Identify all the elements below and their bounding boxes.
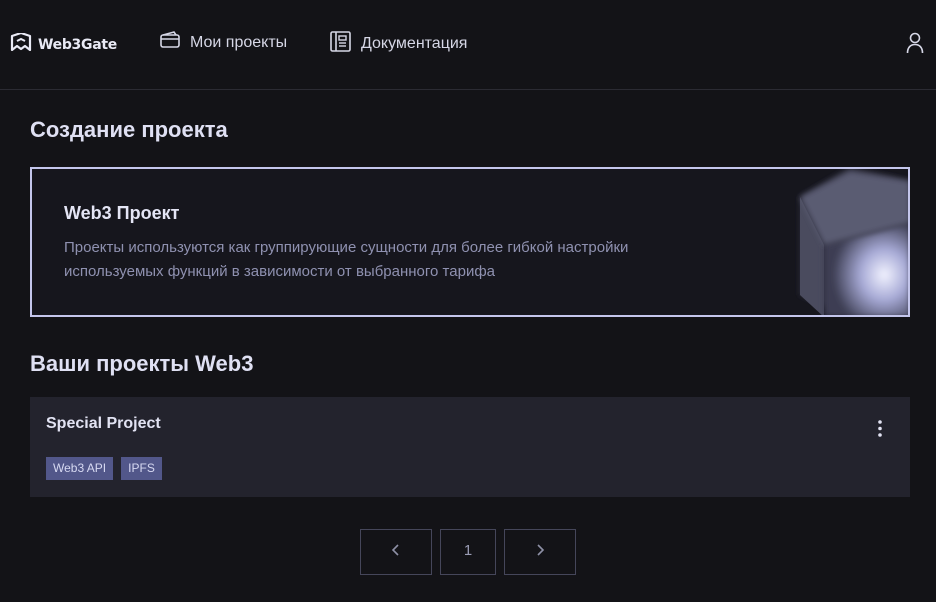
- kebab-menu-icon: [872, 420, 888, 443]
- nav-my-projects[interactable]: Мои проекты: [160, 31, 287, 54]
- nav-my-projects-label: Мои проекты: [190, 33, 288, 51]
- user-button[interactable]: [906, 32, 924, 59]
- project-name: Special Project: [46, 415, 161, 432]
- logo-text: Web3Gate: [38, 36, 117, 53]
- page-1-button[interactable]: 1: [440, 529, 496, 575]
- create-card-description: Проекты используются как группирующие су…: [64, 239, 629, 280]
- more-options-button[interactable]: [872, 419, 888, 439]
- user-icon: [906, 32, 924, 58]
- logo[interactable]: Web3Gate: [10, 31, 117, 56]
- create-project-heading: Создание проекта: [30, 117, 228, 142]
- top-navigation-bar: Web3Gate Мои проекты Документация: [0, 0, 936, 90]
- wallet-icon: [160, 31, 180, 54]
- project-tags: Web3 API IPFS: [46, 457, 162, 480]
- next-page-button[interactable]: [504, 529, 576, 575]
- docs-icon: [330, 31, 351, 57]
- project-card[interactable]: Special Project Web3 API IPFS: [30, 397, 910, 497]
- tag-ipfs: IPFS: [121, 457, 162, 480]
- your-projects-heading: Ваши проекты Web3: [30, 351, 254, 376]
- nav-documentation-label: Документация: [361, 35, 468, 52]
- nav-documentation[interactable]: Документация: [330, 31, 467, 57]
- create-web3-project-card[interactable]: Web3 Проект Проекты используются как гру…: [30, 167, 910, 317]
- create-card-title: Web3 Проект: [64, 203, 180, 223]
- chevron-right-icon: [535, 543, 545, 562]
- pagination: 1: [360, 529, 576, 575]
- tag-web3-api: Web3 API: [46, 457, 114, 480]
- cube-illustration: [790, 169, 908, 315]
- chevron-left-icon: [391, 543, 401, 562]
- logo-icon: [10, 31, 32, 56]
- prev-page-button[interactable]: [360, 529, 432, 575]
